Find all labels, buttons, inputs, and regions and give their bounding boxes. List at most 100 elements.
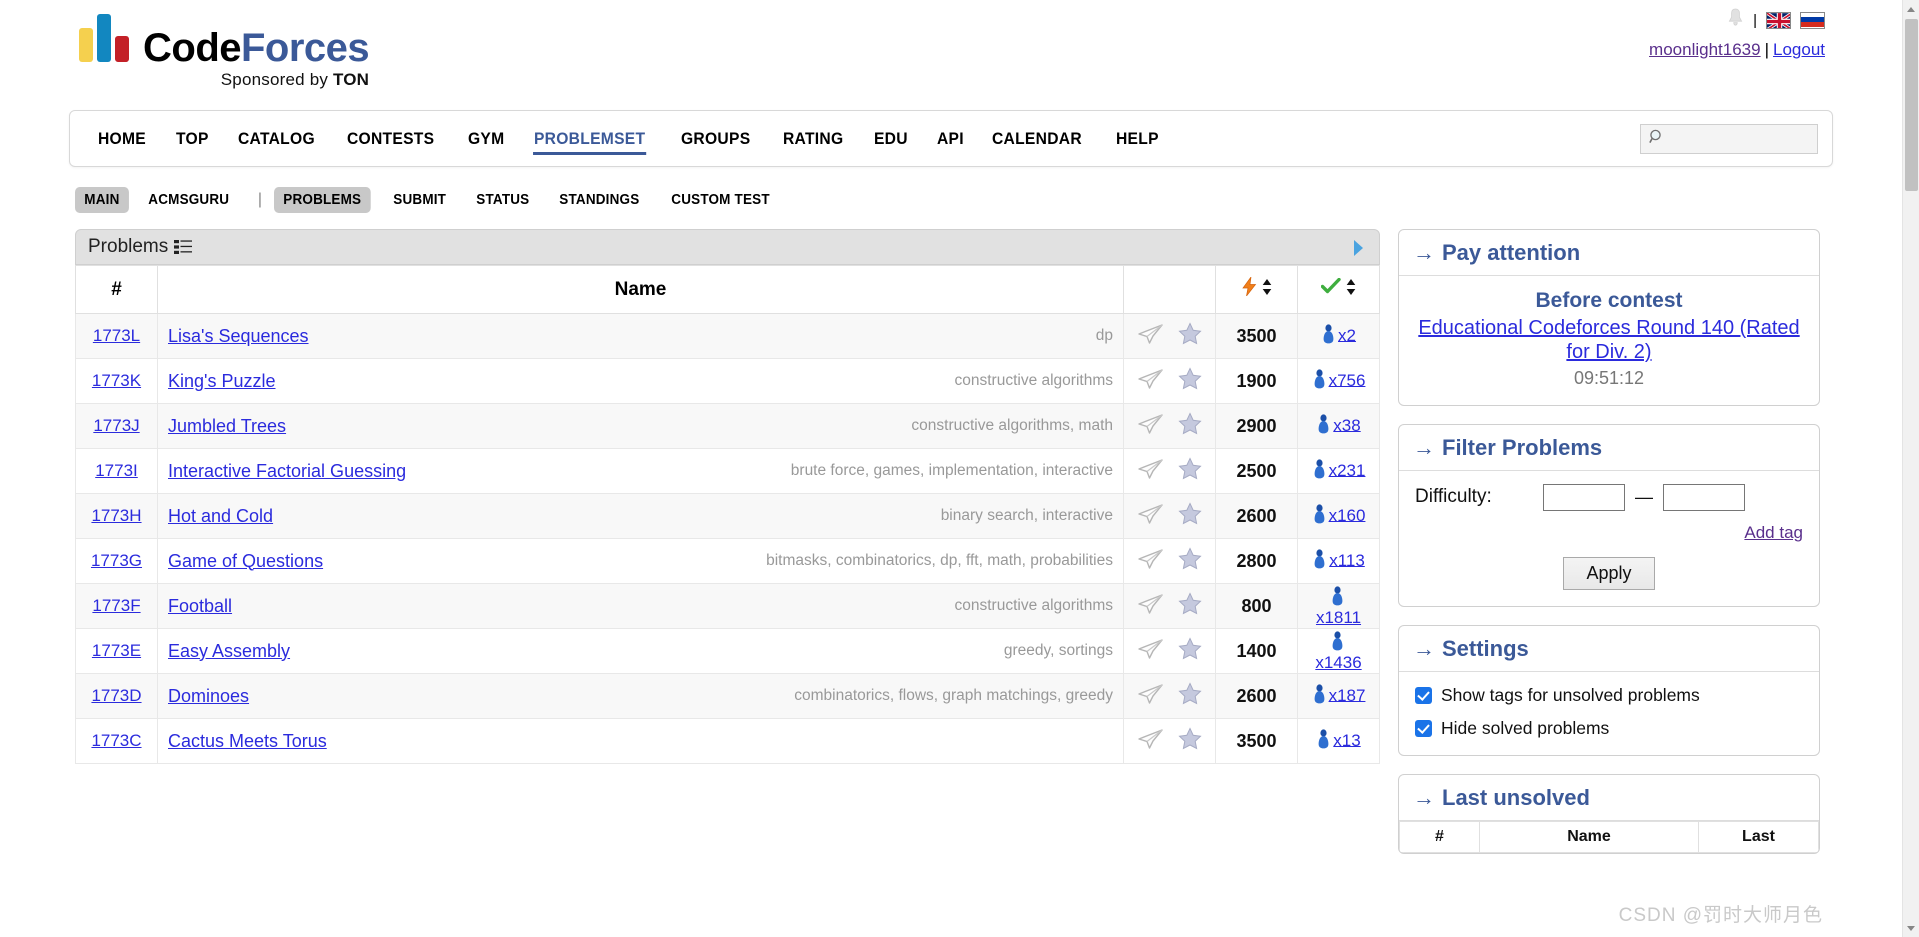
logout-link[interactable]: Logout [1773,40,1825,59]
subnav-item-main[interactable]: MAIN [75,187,129,213]
problem-id-link[interactable]: 1773K [92,371,141,390]
paper-plane-icon[interactable] [1137,638,1164,665]
solved-count-link[interactable]: x1811 [1316,608,1361,627]
nav-item-gym[interactable]: GYM [456,110,516,167]
contest-link[interactable]: Educational Codeforces Round 140 (Rated … [1418,317,1799,363]
subnav-item-problems[interactable]: PROBLEMS [274,187,371,213]
header-actions [1123,265,1216,314]
problem-name-link[interactable]: Hot and Cold [168,506,273,527]
paper-plane-icon[interactable] [1137,413,1164,440]
add-tag-link[interactable]: Add tag [1744,523,1803,542]
subnav-item-acmsguru[interactable]: ACMSGURU [139,187,239,213]
scrollbar-down-arrow-icon[interactable] [1903,920,1919,937]
subnav-item-status[interactable]: STATUS [467,187,539,213]
uk-flag-icon[interactable] [1766,11,1791,29]
difficulty-value: 3500 [1236,325,1277,346]
paper-plane-icon[interactable] [1137,593,1164,620]
problem-name-link[interactable]: Lisa's Sequences [168,326,309,347]
problem-name-link[interactable]: Easy Assembly [168,641,290,662]
solved-count-link[interactable]: x187 [1329,685,1366,704]
problem-name-link[interactable]: Cactus Meets Torus [168,731,327,752]
paper-plane-icon[interactable] [1137,368,1164,395]
nav-item-home[interactable]: HOME [86,110,158,167]
sort-updown-icon[interactable] [1346,278,1356,301]
browser-scrollbar[interactable] [1902,0,1919,937]
nav-item-contests[interactable]: CONTESTS [335,110,446,167]
setting-show-tags[interactable]: Show tags for unsolved problems [1415,685,1803,706]
scrollbar-up-arrow-icon[interactable] [1903,0,1919,17]
show-tags-checkbox[interactable] [1415,686,1432,704]
paper-plane-icon[interactable] [1137,503,1164,530]
problem-id-link[interactable]: 1773L [93,326,140,345]
bell-icon[interactable] [1727,8,1744,32]
problem-id-link[interactable]: 1773I [95,461,138,480]
nav-item-groups[interactable]: GROUPS [669,110,762,167]
favorite-star-icon[interactable] [1178,727,1202,755]
solved-count-link[interactable]: x1436 [1315,653,1361,672]
solved-count-link[interactable]: x231 [1329,460,1366,479]
username-link[interactable]: moonlight1639 [1649,40,1761,59]
nav-item-problemset[interactable]: PROBLEMSET [522,110,657,167]
problem-name-link[interactable]: Football [168,596,232,617]
problem-id-link[interactable]: 1773G [91,551,142,570]
search-box[interactable] [1640,124,1818,154]
sort-updown-icon[interactable] [1262,278,1272,301]
table-row: 1773J Jumbled Trees constructive algorithm… [75,403,1380,449]
header-solved-count[interactable] [1297,265,1380,314]
nav-item-rating[interactable]: RATING [771,110,855,167]
problem-name-link[interactable]: Dominoes [168,686,249,707]
solved-count-link[interactable]: x2 [1338,325,1356,344]
nav-item-catalog[interactable]: CATALOG [226,110,327,167]
nav-item-calendar[interactable]: CALENDAR [980,110,1094,167]
solved-count-link[interactable]: x113 [1329,550,1365,569]
paper-plane-icon[interactable] [1137,548,1164,575]
problem-id-link[interactable]: 1773D [91,686,141,705]
subnav-item-submit[interactable]: SUBMIT [384,187,455,213]
problem-id-link[interactable]: 1773J [93,416,139,435]
favorite-star-icon[interactable] [1178,637,1202,665]
nav-item-top[interactable]: TOP [164,110,221,167]
solved-count-link[interactable]: x160 [1329,505,1366,524]
russia-flag-icon[interactable] [1800,11,1825,29]
play-arrow-icon[interactable] [1353,239,1365,262]
apply-button[interactable]: Apply [1563,556,1655,590]
paper-plane-icon[interactable] [1137,458,1164,485]
nav-item-help[interactable]: HELP [1104,110,1171,167]
problem-name-link[interactable]: Jumbled Trees [168,416,286,437]
site-logo[interactable]: CodeForces Sponsored by TON [79,14,370,90]
difficulty-min-input[interactable] [1543,483,1625,511]
favorite-star-icon[interactable] [1178,412,1202,440]
header-difficulty[interactable] [1215,265,1298,314]
problem-id-link[interactable]: 1773F [92,596,140,615]
scrollbar-thumb[interactable] [1905,19,1918,191]
paper-plane-icon[interactable] [1137,683,1164,710]
nav-item-edu[interactable]: EDU [862,110,920,167]
problem-id-link[interactable]: 1773H [91,506,141,525]
favorite-star-icon[interactable] [1178,682,1202,710]
nav-item-api[interactable]: API [925,110,976,167]
search-input[interactable] [1670,130,1810,148]
favorite-star-icon[interactable] [1178,322,1202,350]
problem-name-link[interactable]: Interactive Factorial Guessing [168,461,406,482]
favorite-star-icon[interactable] [1178,457,1202,485]
solved-count-link[interactable]: x38 [1333,415,1360,434]
problem-name-link[interactable]: Game of Questions [168,551,323,572]
paper-plane-icon[interactable] [1137,728,1164,755]
setting-hide-solved[interactable]: Hide solved problems [1415,718,1803,739]
solved-count-link[interactable]: x756 [1329,370,1366,389]
favorite-star-icon[interactable] [1178,367,1202,395]
hide-solved-checkbox[interactable] [1415,719,1432,737]
paper-plane-icon[interactable] [1137,323,1164,350]
favorite-star-icon[interactable] [1178,547,1202,575]
favorite-star-icon[interactable] [1178,592,1202,620]
problem-name-link[interactable]: King's Puzzle [168,371,276,392]
problem-id-link[interactable]: 1773E [92,641,141,660]
problem-id-link[interactable]: 1773C [91,731,141,750]
subnav-item-standings[interactable]: STANDINGS [550,187,649,213]
favorite-star-icon[interactable] [1178,502,1202,530]
subnav-item-custom-test[interactable]: CUSTOM TEST [662,187,779,213]
problem-difficulty-cell: 2500 [1215,448,1298,494]
list-icon[interactable] [174,239,193,255]
solved-count-link[interactable]: x13 [1333,730,1360,749]
difficulty-max-input[interactable] [1663,483,1745,511]
